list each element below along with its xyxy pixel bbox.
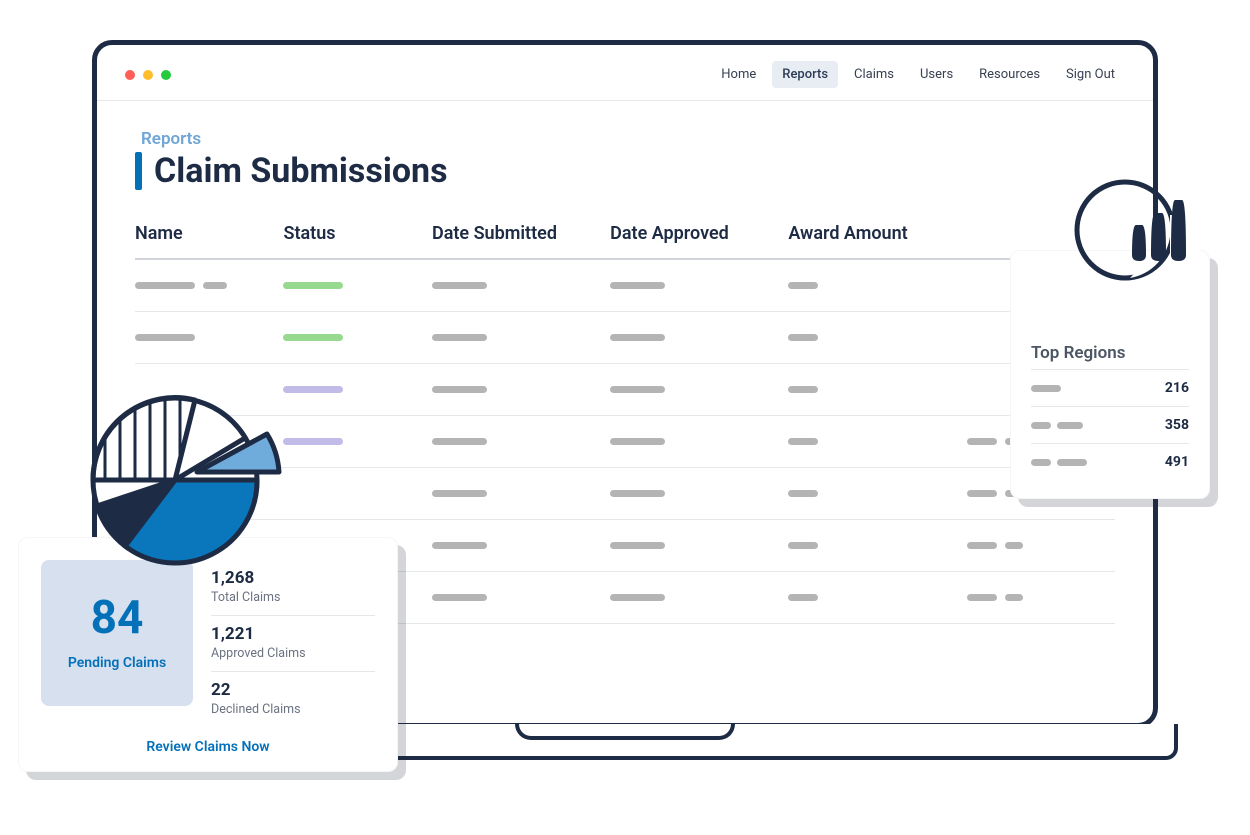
region-value: 358: [1165, 417, 1189, 433]
review-claims-link[interactable]: Review Claims Now: [41, 739, 375, 755]
stat-declined: 22 Declined Claims: [211, 672, 375, 727]
laptop-notch: [515, 724, 735, 740]
window-topbar: Home Reports Claims Users Resources Sign…: [97, 45, 1153, 101]
maximize-icon[interactable]: [161, 70, 171, 80]
col-status: Status: [283, 223, 431, 244]
page-title: Claim Submissions: [154, 151, 448, 191]
region-value: 491: [1165, 454, 1189, 470]
region-value: 216: [1165, 380, 1189, 396]
region-row[interactable]: 491: [1031, 443, 1189, 480]
bar-chart-icon: [1070, 175, 1200, 295]
nav-signout[interactable]: Sign Out: [1056, 61, 1125, 88]
pending-claims-box[interactable]: 84 Pending Claims: [41, 560, 193, 706]
nav-claims[interactable]: Claims: [844, 61, 904, 88]
window-controls: [125, 70, 171, 80]
claims-stats: 1,268 Total Claims 1,221 Approved Claims…: [211, 560, 375, 727]
col-date-approved: Date Approved: [610, 223, 788, 244]
stat-label: Declined Claims: [211, 702, 375, 717]
top-regions-title: Top Regions: [1031, 343, 1189, 363]
nav-reports[interactable]: Reports: [772, 61, 838, 88]
table-row[interactable]: [135, 312, 1115, 364]
stat-approved: 1,221 Approved Claims: [211, 616, 375, 672]
col-date-submitted: Date Submitted: [432, 223, 610, 244]
region-row[interactable]: 216: [1031, 369, 1189, 406]
region-row[interactable]: 358: [1031, 406, 1189, 443]
stat-label: Total Claims: [211, 590, 375, 605]
pie-chart-icon: [85, 380, 285, 580]
minimize-icon[interactable]: [143, 70, 153, 80]
nav-resources[interactable]: Resources: [969, 61, 1050, 88]
pending-claims-value: 84: [91, 595, 144, 641]
main-nav: Home Reports Claims Users Resources Sign…: [711, 61, 1125, 88]
col-name: Name: [135, 223, 283, 244]
pending-claims-label: Pending Claims: [68, 655, 166, 671]
stat-label: Approved Claims: [211, 646, 375, 661]
col-award-amount: Award Amount: [788, 223, 966, 244]
nav-users[interactable]: Users: [910, 61, 963, 88]
title-accent-bar: [135, 152, 142, 190]
stat-value: 22: [211, 680, 375, 700]
close-icon[interactable]: [125, 70, 135, 80]
nav-home[interactable]: Home: [711, 61, 766, 88]
stat-value: 1,221: [211, 624, 375, 644]
table-header: Name Status Date Submitted Date Approved…: [135, 223, 1115, 260]
title-row: Claim Submissions: [135, 151, 1115, 191]
breadcrumb: Reports: [141, 129, 1115, 149]
table-row[interactable]: [135, 260, 1115, 312]
